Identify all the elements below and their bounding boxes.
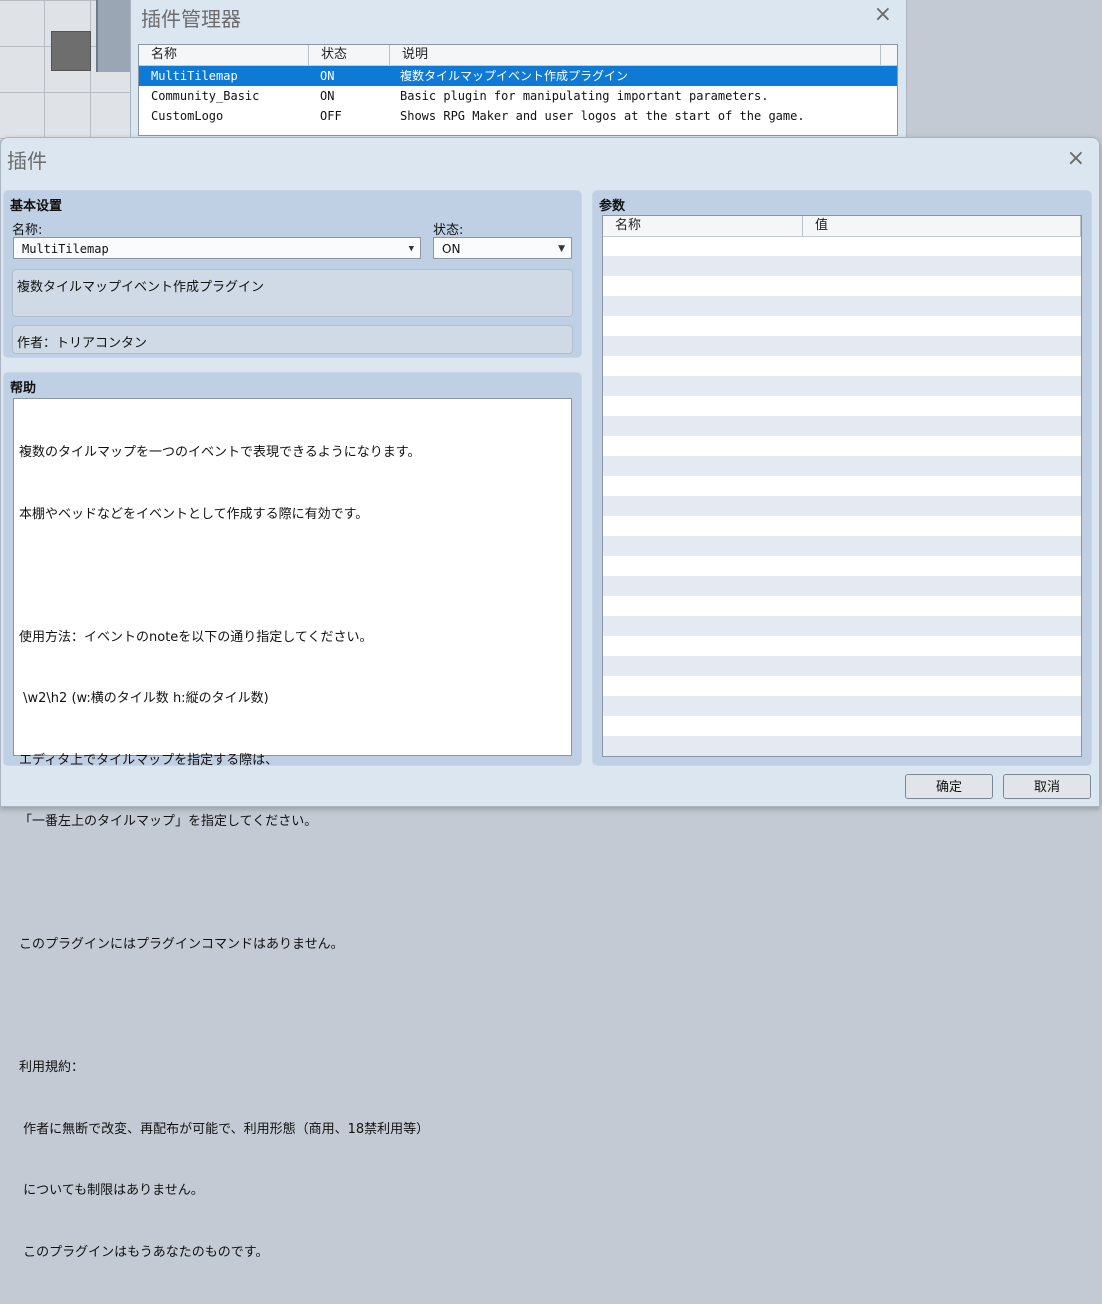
plugin-row[interactable]: CustomLogo OFF Shows RPG Maker and user … [139,106,897,126]
basic-settings-group: 基本设置 名称: 状态: MultiTilemap ▼ ON ▼ 複数タイルマッ… [3,190,582,358]
column-header-value[interactable]: 值 [803,216,1081,236]
status-select[interactable]: ON ▼ [433,237,572,259]
status-label: 状态: [433,223,464,238]
close-icon[interactable]: × [874,4,892,26]
plugin-status-cell: ON [320,89,335,103]
plugin-dialog: 插件 × 基本设置 名称: 状态: MultiTilemap ▼ ON ▼ 複数… [0,137,1100,1260]
column-header-name[interactable]: 名称 [603,216,803,236]
help-line: \w2\h2 (w:横のタイル数 h:縦のタイル数) [19,691,269,706]
help-line [19,874,566,895]
plugin-manager-titlebar: 插件管理器 [131,0,906,34]
plugin-name-cell: MultiTilemap [151,69,238,83]
chevron-down-icon: ▼ [558,244,565,254]
plugin-description: 複数タイルマップイベント作成プラグイン [12,269,573,317]
parameters-group: 参数 名称 值 [592,190,1092,766]
help-line: エディタ上でタイルマップを指定する際は、 [19,752,279,768]
basic-settings-label: 基本设置 [10,199,63,214]
help-line: 複数のタイルマップを一つのイベントで表現できるようになります。 [19,445,421,460]
help-line: このプラグインにはプラグインコマンドはありません。 [19,937,344,952]
plugin-status-cell: ON [320,69,335,83]
cancel-button[interactable]: 取消 [1003,774,1091,799]
help-group: 帮助 複数のタイルマップを一つのイベントで表現できるようになります。 本棚やベッ… [3,372,582,1260]
help-line: についても制限はありません。 [19,1183,204,1198]
help-line [19,997,566,1018]
column-header-status[interactable]: 状态 [309,45,390,65]
plugin-name-value: MultiTilemap [22,242,109,256]
close-icon[interactable]: × [1067,148,1085,170]
plugin-dialog-title: 插件 [7,148,47,173]
parameters-label: 参数 [599,199,626,214]
plugin-manager-title: 插件管理器 [141,6,241,31]
column-header-name[interactable]: 名称 [139,45,309,65]
plugin-row[interactable]: Community_Basic ON Basic plugin for mani… [139,86,897,106]
plugin-status-cell: OFF [320,109,342,123]
help-line: 利用規約： [19,1060,85,1075]
help-line: 本棚やベッドなどをイベントとして作成する際に有効です。 [19,506,369,522]
parameters-table[interactable]: 名称 值 [602,215,1082,757]
help-line [19,566,566,587]
map-editor-background [0,0,137,140]
plugin-author: 作者：トリアコンタン [12,325,573,354]
plugin-name-cell: CustomLogo [151,109,224,123]
parameters-header: 名称 值 [603,216,1081,237]
help-text[interactable]: 複数のタイルマップを一つのイベントで表現できるようになります。 本棚やベッドなど… [13,398,572,1260]
plugin-description-cell: 複数タイルマップイベント作成プラグイン [400,69,629,83]
chevron-down-icon: ▼ [408,244,414,254]
name-label: 名称: [12,223,43,238]
status-value: ON [442,242,461,256]
plugin-name-cell: Community_Basic [151,89,260,103]
plugin-description-cell: Shows RPG Maker and user logos at the st… [400,109,805,123]
help-label: 帮助 [10,381,37,396]
plugin-manager-window: 插件管理器 × 名称 状态 说明 MultiTilemap ON 複数タイルマッ… [130,0,907,151]
column-header-description[interactable]: 说明 [390,45,881,65]
plugin-list[interactable]: 名称 状态 说明 MultiTilemap ON 複数タイルマップイベント作成プ… [138,44,898,136]
help-line: このプラグインはもうあなたのものです。 [19,1244,269,1260]
ok-button[interactable]: 确定 [905,774,993,799]
map-tile [51,31,91,71]
help-line: 「一番左上のタイルマップ」を指定してください。 [19,814,318,829]
help-line: 使用方法：イベントのnoteを以下の通り指定してください。 [19,629,373,645]
plugin-name-select[interactable]: MultiTilemap ▼ [13,237,421,259]
plugin-list-header: 名称 状态 说明 [139,45,897,66]
help-line: 作者に無断で改変、再配布が可能で、利用形態（商用、18禁利用等） [19,1121,430,1137]
plugin-row-selected[interactable]: MultiTilemap ON 複数タイルマップイベント作成プラグイン [139,66,897,86]
plugin-dialog-titlebar: 插件 [1,138,1099,180]
plugin-description-cell: Basic plugin for manipulating important … [400,89,769,103]
